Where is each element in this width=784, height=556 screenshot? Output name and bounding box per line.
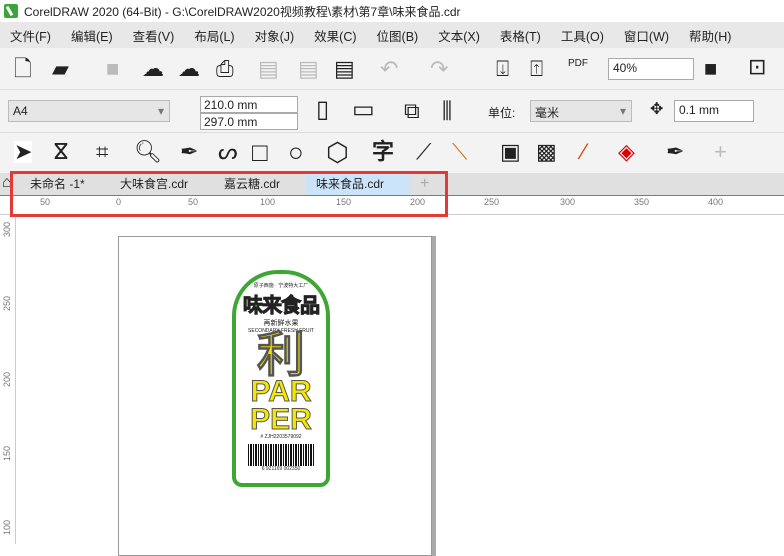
add-tool-icon[interactable]: + xyxy=(714,141,727,163)
menu-bar: 文件(F) 编辑(E) 查看(V) 布局(L) 对象(J) 效果(C) 位图(B… xyxy=(0,22,784,48)
ruler-label: 200 xyxy=(2,371,12,387)
cut-icon[interactable]: ▤ xyxy=(258,58,279,80)
paste-icon[interactable]: ▤ xyxy=(334,58,355,80)
units-select[interactable]: 毫米 xyxy=(530,100,632,122)
toolbox: ➤ ⴵ ⌗ 🔍︎ ✒ ᔕ □ ○ ⬡ 字 ⟋ ⟍ ▣ ▩ ⁄ ◈ ✒ + xyxy=(0,133,784,173)
label-top-text: 原子西施 · 宁波特大工厂 xyxy=(253,283,309,289)
cloud-upload-icon[interactable]: ☁ xyxy=(178,58,200,80)
menu-file[interactable]: 文件(F) xyxy=(10,26,51,45)
property-bar: A4 210.0 mm 297.0 mm ▯ ▭ ⧉ ⫼ 单位: 毫米 ✥ 0.… xyxy=(0,90,784,133)
print-icon[interactable]: ⎙ xyxy=(216,58,234,80)
menu-effects[interactable]: 效果(C) xyxy=(314,26,356,45)
menu-tools[interactable]: 工具(O) xyxy=(561,26,604,45)
coreldraw-logo-icon xyxy=(4,4,18,18)
product-label-artwork[interactable]: 原子西施 · 宁波特大工厂 味来食品 再新鲜水果 SECONDARY FRESH… xyxy=(232,270,330,487)
title-bar: CorelDRAW 2020 (64-Bit) - G:\CorelDRAW20… xyxy=(0,0,784,22)
new-document-icon[interactable]: 🗋 xyxy=(14,58,32,80)
export-pdf-icon[interactable]: PDF xyxy=(568,58,588,69)
open-folder-icon[interactable]: ▰ xyxy=(52,58,69,80)
standard-toolbar: 🗋 ▰ ■ ☁ ☁ ⎙ ▤ ▤ ▤ ↶ ↷ ⍗ ⍐ PDF 40% ■ ⊡ xyxy=(0,48,784,90)
artistic-media-tool-icon[interactable]: ᔕ xyxy=(218,141,238,163)
options-icon[interactable]: ⊡ xyxy=(748,56,766,78)
ruler-label: 250 xyxy=(484,197,500,207)
portrait-icon[interactable]: ▯ xyxy=(316,98,329,122)
window-title: CorelDRAW 2020 (64-Bit) - G:\CorelDRAW20… xyxy=(24,4,461,19)
interactive-fill-tool-icon[interactable]: ◈ xyxy=(618,141,635,163)
page-width-input[interactable]: 210.0 mm xyxy=(200,96,298,113)
connector-tool-icon[interactable]: ⟍ xyxy=(452,141,467,163)
menu-text[interactable]: 文本(X) xyxy=(438,26,480,45)
label-brand: 味来食品 xyxy=(243,295,321,318)
all-pages-icon[interactable]: ⧉ xyxy=(404,100,420,122)
drop-shadow-tool-icon[interactable]: ▣ xyxy=(500,141,521,163)
zoom-tool-icon[interactable]: 🔍︎ xyxy=(134,141,162,163)
menu-bitmaps[interactable]: 位图(B) xyxy=(377,26,419,45)
save-icon[interactable]: ■ xyxy=(106,58,119,80)
freehand-tool-icon[interactable]: ✒ xyxy=(180,141,198,163)
nudge-icon: ✥ xyxy=(650,101,664,118)
dimension-tool-icon[interactable]: ⟋ xyxy=(416,141,431,163)
ruler-label: 250 xyxy=(2,295,12,311)
polygon-tool-icon[interactable]: ⬡ xyxy=(326,139,349,165)
label-big-char: 利 xyxy=(256,329,305,382)
smart-fill-tool-icon[interactable]: ✒ xyxy=(666,141,684,163)
eyedropper-tool-icon[interactable]: ⁄ xyxy=(582,141,586,163)
page-size-select[interactable]: A4 xyxy=(8,100,170,122)
menu-help[interactable]: 帮助(H) xyxy=(689,26,731,45)
ellipse-tool-icon[interactable]: ○ xyxy=(288,139,304,165)
cloud-download-icon[interactable]: ☁ xyxy=(142,58,164,80)
current-page-icon[interactable]: ⫼ xyxy=(442,100,452,122)
ruler-label: 350 xyxy=(634,197,650,207)
barcode-icon xyxy=(248,444,314,466)
highlight-box xyxy=(10,171,448,217)
label-big-per: PER xyxy=(250,403,313,436)
ruler-label: 100 xyxy=(2,519,12,535)
menu-layout[interactable]: 布局(L) xyxy=(194,26,234,45)
full-screen-icon[interactable]: ■ xyxy=(704,58,717,80)
ruler-label: 300 xyxy=(560,197,576,207)
shape-tool-icon[interactable]: ⴵ xyxy=(54,141,68,163)
transparency-tool-icon[interactable]: ▩ xyxy=(536,141,557,163)
zoom-level-select[interactable]: 40% xyxy=(608,58,694,80)
vertical-ruler[interactable]: 300 250 200 150 100 xyxy=(0,215,16,544)
label-subtitle-cn: 再新鲜水果 xyxy=(263,320,299,327)
crop-tool-icon[interactable]: ⌗ xyxy=(96,141,108,163)
redo-icon[interactable]: ↷ xyxy=(430,58,448,80)
landscape-icon[interactable]: ▭ xyxy=(352,98,375,122)
nudge-distance-input[interactable]: 0.1 mm xyxy=(674,100,754,122)
ruler-label: 300 xyxy=(2,221,12,237)
page-height-input[interactable]: 297.0 mm xyxy=(200,113,298,130)
copy-icon[interactable]: ▤ xyxy=(298,58,319,80)
pick-tool-icon[interactable]: ➤ xyxy=(14,141,33,163)
menu-edit[interactable]: 编辑(E) xyxy=(71,26,113,45)
import-icon[interactable]: ⍗ xyxy=(496,58,509,80)
export-icon[interactable]: ⍐ xyxy=(530,58,543,80)
menu-window[interactable]: 窗口(W) xyxy=(624,26,669,45)
menu-view[interactable]: 查看(V) xyxy=(133,26,175,45)
rectangle-tool-icon[interactable]: □ xyxy=(252,139,268,165)
ruler-label: 150 xyxy=(2,445,12,461)
undo-icon[interactable]: ↶ xyxy=(380,58,398,80)
label-big-par: PAR xyxy=(250,375,312,408)
barcode-number: 6 921169 002350 xyxy=(261,466,301,472)
text-tool-icon[interactable]: 字 xyxy=(372,141,394,163)
menu-table[interactable]: 表格(T) xyxy=(500,26,541,45)
unit-label: 单位: xyxy=(488,106,516,120)
menu-object[interactable]: 对象(J) xyxy=(255,26,295,45)
ruler-label: 400 xyxy=(708,197,724,207)
